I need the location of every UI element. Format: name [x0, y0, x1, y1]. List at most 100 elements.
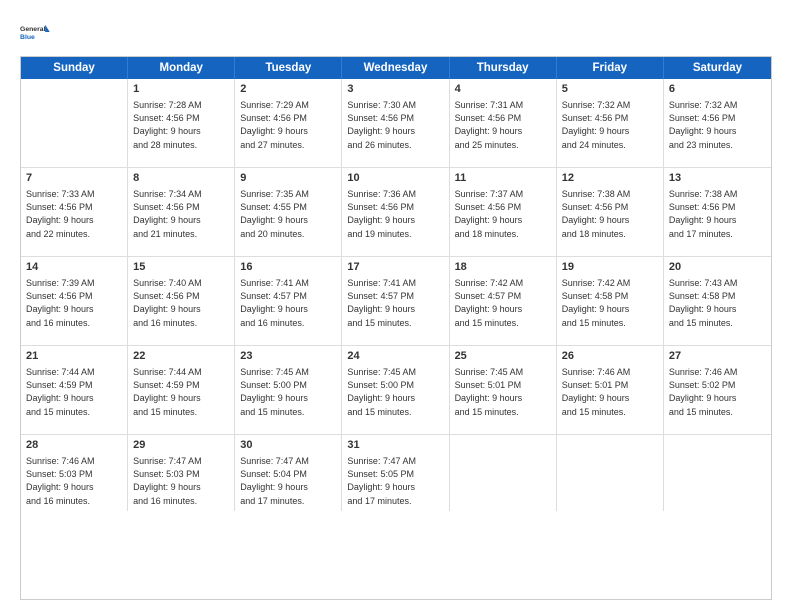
sun-info: Sunrise: 7:33 AM Sunset: 4:56 PM Dayligh… [26, 188, 122, 240]
calendar-row: 21 Sunrise: 7:44 AM Sunset: 4:59 PM Dayli… [21, 346, 771, 435]
weekday-header: Wednesday [342, 57, 449, 79]
sun-info: Sunrise: 7:29 AM Sunset: 4:56 PM Dayligh… [240, 99, 336, 151]
sun-info: Sunrise: 7:35 AM Sunset: 4:55 PM Dayligh… [240, 188, 336, 240]
calendar-cell: 13 Sunrise: 7:38 AM Sunset: 4:56 PM Dayli… [664, 168, 771, 256]
calendar-cell: 15 Sunrise: 7:40 AM Sunset: 4:56 PM Dayli… [128, 257, 235, 345]
calendar-cell: 7 Sunrise: 7:33 AM Sunset: 4:56 PM Daylig… [21, 168, 128, 256]
sun-info: Sunrise: 7:38 AM Sunset: 4:56 PM Dayligh… [562, 188, 658, 240]
weekday-header: Friday [557, 57, 664, 79]
day-number: 25 [455, 349, 551, 364]
calendar-body: 1Sunrise: 7:28 AM Sunset: 4:56 PM Daylig… [21, 79, 771, 511]
sun-info: Sunrise: 7:43 AM Sunset: 4:58 PM Dayligh… [669, 277, 766, 329]
calendar-cell: 27 Sunrise: 7:46 AM Sunset: 5:02 PM Dayli… [664, 346, 771, 434]
day-number: 8 [133, 171, 229, 186]
calendar-cell: 26Sunrise: 7:46 AM Sunset: 5:01 PM Dayli… [557, 346, 664, 434]
calendar-cell: 5 Sunrise: 7:32 AM Sunset: 4:56 PM Daylig… [557, 79, 664, 167]
day-number: 20 [669, 260, 766, 275]
logo-icon: GeneralBlue [20, 18, 52, 46]
sun-info: Sunrise: 7:32 AM Sunset: 4:56 PM Dayligh… [669, 99, 766, 151]
day-number: 11 [455, 171, 551, 186]
sun-info: Sunrise: 7:39 AM Sunset: 4:56 PM Dayligh… [26, 277, 122, 329]
sun-info: Sunrise: 7:46 AM Sunset: 5:02 PM Dayligh… [669, 366, 766, 418]
weekday-header: Monday [128, 57, 235, 79]
sun-info: Sunrise: 7:47 AM Sunset: 5:05 PM Dayligh… [347, 455, 443, 507]
calendar-cell [21, 79, 128, 167]
day-number: 9 [240, 171, 336, 186]
sun-info: Sunrise: 7:44 AM Sunset: 4:59 PM Dayligh… [26, 366, 122, 418]
sun-info: Sunrise: 7:32 AM Sunset: 4:56 PM Dayligh… [562, 99, 658, 151]
sun-info: Sunrise: 7:42 AM Sunset: 4:57 PM Dayligh… [455, 277, 551, 329]
calendar-row: 7 Sunrise: 7:33 AM Sunset: 4:56 PM Daylig… [21, 168, 771, 257]
day-number: 21 [26, 349, 122, 364]
calendar: SundayMondayTuesdayWednesdayThursdayFrid… [20, 56, 772, 600]
sun-info: Sunrise: 7:37 AM Sunset: 4:56 PM Dayligh… [455, 188, 551, 240]
weekday-header: Tuesday [235, 57, 342, 79]
day-number: 19 [562, 260, 658, 275]
sun-info: Sunrise: 7:41 AM Sunset: 4:57 PM Dayligh… [240, 277, 336, 329]
svg-text:General: General [20, 26, 46, 33]
svg-text:Blue: Blue [20, 34, 35, 41]
calendar-cell: 6 Sunrise: 7:32 AM Sunset: 4:56 PM Daylig… [664, 79, 771, 167]
day-number: 2 [240, 82, 336, 97]
sun-info: Sunrise: 7:31 AM Sunset: 4:56 PM Dayligh… [455, 99, 551, 151]
sun-info: Sunrise: 7:36 AM Sunset: 4:56 PM Dayligh… [347, 188, 443, 240]
weekday-header: Saturday [664, 57, 771, 79]
sun-info: Sunrise: 7:47 AM Sunset: 5:03 PM Dayligh… [133, 455, 229, 507]
day-number: 4 [455, 82, 551, 97]
day-number: 15 [133, 260, 229, 275]
sun-info: Sunrise: 7:45 AM Sunset: 5:01 PM Dayligh… [455, 366, 551, 418]
sun-info: Sunrise: 7:40 AM Sunset: 4:56 PM Dayligh… [133, 277, 229, 329]
calendar-cell [664, 435, 771, 511]
calendar-cell: 25 Sunrise: 7:45 AM Sunset: 5:01 PM Dayli… [450, 346, 557, 434]
calendar-cell: 20 Sunrise: 7:43 AM Sunset: 4:58 PM Dayli… [664, 257, 771, 345]
calendar-cell: 31 Sunrise: 7:47 AM Sunset: 5:05 PM Dayli… [342, 435, 449, 511]
day-number: 7 [26, 171, 122, 186]
page: GeneralBlue SundayMondayTuesdayWednesday… [0, 0, 792, 612]
day-number: 22 [133, 349, 229, 364]
day-number: 31 [347, 438, 443, 453]
calendar-cell [557, 435, 664, 511]
calendar-cell: 29Sunrise: 7:47 AM Sunset: 5:03 PM Dayli… [128, 435, 235, 511]
day-number: 5 [562, 82, 658, 97]
day-number: 17 [347, 260, 443, 275]
calendar-cell: 2 Sunrise: 7:29 AM Sunset: 4:56 PM Daylig… [235, 79, 342, 167]
sun-info: Sunrise: 7:45 AM Sunset: 5:00 PM Dayligh… [240, 366, 336, 418]
calendar-cell: 23Sunrise: 7:45 AM Sunset: 5:00 PM Dayli… [235, 346, 342, 434]
sun-info: Sunrise: 7:44 AM Sunset: 4:59 PM Dayligh… [133, 366, 229, 418]
calendar-cell: 17Sunrise: 7:41 AM Sunset: 4:57 PM Dayli… [342, 257, 449, 345]
day-number: 28 [26, 438, 122, 453]
calendar-row: 28 Sunrise: 7:46 AM Sunset: 5:03 PM Dayli… [21, 435, 771, 511]
logo: GeneralBlue [20, 18, 52, 46]
calendar-cell: 16 Sunrise: 7:41 AM Sunset: 4:57 PM Dayli… [235, 257, 342, 345]
calendar-row: 1Sunrise: 7:28 AM Sunset: 4:56 PM Daylig… [21, 79, 771, 168]
day-number: 13 [669, 171, 766, 186]
calendar-cell: 4 Sunrise: 7:31 AM Sunset: 4:56 PM Daylig… [450, 79, 557, 167]
sun-info: Sunrise: 7:28 AM Sunset: 4:56 PM Dayligh… [133, 99, 229, 151]
calendar-cell [450, 435, 557, 511]
day-number: 14 [26, 260, 122, 275]
calendar-cell: 14 Sunrise: 7:39 AM Sunset: 4:56 PM Dayli… [21, 257, 128, 345]
calendar-cell: 18 Sunrise: 7:42 AM Sunset: 4:57 PM Dayli… [450, 257, 557, 345]
calendar-cell: 10 Sunrise: 7:36 AM Sunset: 4:56 PM Dayli… [342, 168, 449, 256]
sun-info: Sunrise: 7:30 AM Sunset: 4:56 PM Dayligh… [347, 99, 443, 151]
sun-info: Sunrise: 7:46 AM Sunset: 5:03 PM Dayligh… [26, 455, 122, 507]
calendar-row: 14 Sunrise: 7:39 AM Sunset: 4:56 PM Dayli… [21, 257, 771, 346]
sun-info: Sunrise: 7:46 AM Sunset: 5:01 PM Dayligh… [562, 366, 658, 418]
day-number: 3 [347, 82, 443, 97]
sun-info: Sunrise: 7:38 AM Sunset: 4:56 PM Dayligh… [669, 188, 766, 240]
calendar-cell: 21 Sunrise: 7:44 AM Sunset: 4:59 PM Dayli… [21, 346, 128, 434]
sun-info: Sunrise: 7:45 AM Sunset: 5:00 PM Dayligh… [347, 366, 443, 418]
day-number: 16 [240, 260, 336, 275]
calendar-cell: 11 Sunrise: 7:37 AM Sunset: 4:56 PM Dayli… [450, 168, 557, 256]
day-number: 6 [669, 82, 766, 97]
calendar-header: SundayMondayTuesdayWednesdayThursdayFrid… [21, 57, 771, 79]
sun-info: Sunrise: 7:47 AM Sunset: 5:04 PM Dayligh… [240, 455, 336, 507]
day-number: 18 [455, 260, 551, 275]
day-number: 30 [240, 438, 336, 453]
calendar-cell: 9 Sunrise: 7:35 AM Sunset: 4:55 PM Daylig… [235, 168, 342, 256]
day-number: 27 [669, 349, 766, 364]
calendar-cell: 8Sunrise: 7:34 AM Sunset: 4:56 PM Daylig… [128, 168, 235, 256]
calendar-cell: 28 Sunrise: 7:46 AM Sunset: 5:03 PM Dayli… [21, 435, 128, 511]
day-number: 10 [347, 171, 443, 186]
calendar-cell: 3 Sunrise: 7:30 AM Sunset: 4:56 PM Daylig… [342, 79, 449, 167]
